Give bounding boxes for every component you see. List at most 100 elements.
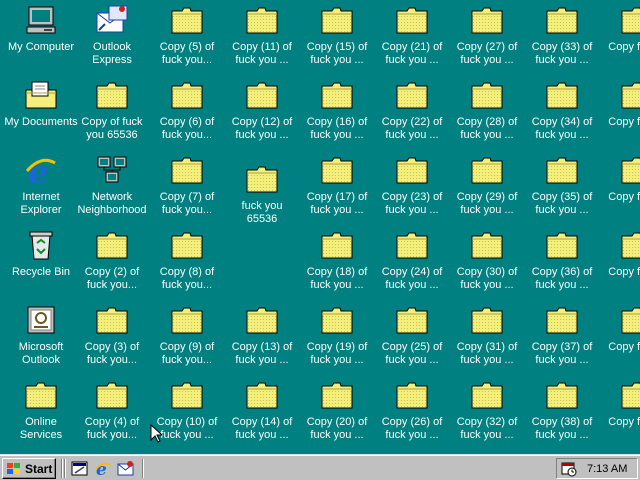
desktop-icon[interactable]: Copy (9) of fuck you...: [150, 302, 224, 372]
desktop-icon[interactable]: Copy (25) of fuck you ...: [375, 302, 449, 372]
desktop-icon[interactable]: Copy (31) of fuck you ...: [450, 302, 524, 372]
desktop-icon[interactable]: Copy fuck y: [600, 227, 640, 297]
desktop-icon-label: Copy (9) of fuck you...: [159, 341, 215, 366]
desktop-icon-label: Copy (28) of fuck you ...: [456, 116, 518, 141]
folder-icon: [470, 79, 504, 111]
desktop-icon-label: Copy (17) of fuck you ...: [306, 191, 368, 216]
desktop-icon[interactable]: Copy fuck y: [600, 377, 640, 447]
desktop-icon[interactable]: Copy (19) of fuck you ...: [300, 302, 374, 372]
desktop-icon[interactable]: Copy of fuck you 65536: [75, 77, 149, 147]
desktop-icon-label: Copy (18) of fuck you ...: [306, 266, 368, 291]
desktop-icon[interactable]: Copy (33) of fuck you ...: [525, 2, 599, 72]
desktop[interactable]: My Computer My Documents e Internet Explore…: [0, 0, 640, 454]
desktop-icon[interactable]: Copy (11) of fuck you ...: [225, 2, 299, 72]
desktop-icon[interactable]: Copy (12) of fuck you ...: [225, 77, 299, 147]
folder-icon: [395, 79, 429, 111]
desktop-icon[interactable]: Copy fuck y: [600, 2, 640, 72]
folder-icon: [620, 229, 640, 261]
desktop-icon[interactable]: Copy (8) of fuck you...: [150, 227, 224, 297]
desktop-icon-label: Copy (24) of fuck you ...: [381, 266, 443, 291]
desktop-icon[interactable]: Copy (22) of fuck you ...: [375, 77, 449, 147]
desktop-icon[interactable]: My Computer: [4, 2, 78, 72]
desktop-icon-label: Copy (37) of fuck you ...: [531, 341, 593, 366]
desktop-icon-label: Copy fuck y: [608, 116, 640, 128]
outlook-express-icon: [95, 4, 129, 36]
desktop-icon[interactable]: Copy (3) of fuck you...: [75, 302, 149, 372]
desktop-icon[interactable]: Copy (32) of fuck you ...: [450, 377, 524, 447]
folder-icon: [245, 79, 279, 111]
outlook-icon: [24, 304, 58, 336]
desktop-icon[interactable]: Copy (13) of fuck you ...: [225, 302, 299, 372]
show-desktop-icon[interactable]: [71, 460, 89, 477]
desktop-icon[interactable]: Copy (24) of fuck you ...: [375, 227, 449, 297]
scheduler-icon[interactable]: [561, 461, 577, 477]
desktop-icon[interactable]: Copy fuck y: [600, 302, 640, 372]
clock[interactable]: 7:13 AM: [587, 463, 627, 475]
desktop-icon[interactable]: Copy (26) of fuck you ...: [375, 377, 449, 447]
system-tray: 7:13 AM: [556, 458, 638, 479]
desktop-icon-label: Copy (23) of fuck you ...: [381, 191, 443, 216]
desktop-icon-label: Copy (29) of fuck you ...: [456, 191, 518, 216]
desktop-icon-label: Copy (20) of fuck you ...: [306, 416, 368, 441]
desktop-icon[interactable]: Copy (37) of fuck you ...: [525, 302, 599, 372]
start-button[interactable]: Start: [2, 458, 56, 479]
desktop-icon[interactable]: Outlook Express: [75, 2, 149, 72]
desktop-icon[interactable]: Copy (21) of fuck you ...: [375, 2, 449, 72]
desktop-icon[interactable]: My Documents: [4, 77, 78, 147]
desktop-icon[interactable]: Copy (35) of fuck you ...: [525, 152, 599, 222]
desktop-icon[interactable]: Copy (17) of fuck you ...: [300, 152, 374, 222]
desktop-icon[interactable]: Copy fuck y: [600, 77, 640, 147]
desktop-icon[interactable]: Copy (38) of fuck you ...: [525, 377, 599, 447]
desktop-icon[interactable]: Recycle Bin: [4, 227, 78, 297]
desktop-icon-label: fuck you 65536: [241, 200, 283, 225]
folder-icon: [395, 379, 429, 411]
network-neighborhood-icon: [95, 154, 129, 186]
folder-icon: [170, 229, 204, 261]
desktop-icon[interactable]: Network Neighborhood: [75, 152, 149, 222]
folder-icon: [545, 154, 579, 186]
desktop-icon[interactable]: Copy (34) of fuck you ...: [525, 77, 599, 147]
folder-icon: [320, 79, 354, 111]
desktop-icon[interactable]: Copy (16) of fuck you ...: [300, 77, 374, 147]
desktop-icon[interactable]: Copy (7) of fuck you...: [150, 152, 224, 222]
desktop-icon[interactable]: Copy (36) of fuck you ...: [525, 227, 599, 297]
folder-icon: [545, 379, 579, 411]
desktop-icon[interactable]: Copy (6) of fuck you...: [150, 77, 224, 147]
desktop-icon-label: Copy (21) of fuck you ...: [381, 41, 443, 66]
folder-icon: [170, 4, 204, 36]
desktop-icon[interactable]: Copy (20) of fuck you ...: [300, 377, 374, 447]
desktop-icon-label: Copy (12) of fuck you ...: [231, 116, 293, 141]
desktop-icon[interactable]: Copy (2) of fuck you...: [75, 227, 149, 297]
desktop-icon[interactable]: Copy (18) of fuck you ...: [300, 227, 374, 297]
desktop-icon-label: Copy fuck y: [608, 41, 640, 53]
desktop-icon[interactable]: Copy (15) of fuck you ...: [300, 2, 374, 72]
start-label: Start: [25, 461, 53, 476]
desktop-icon[interactable]: Copy (23) of fuck you ...: [375, 152, 449, 222]
folder-icon: [620, 379, 640, 411]
desktop-icon[interactable]: Online Services: [4, 377, 78, 447]
folder-icon: [24, 379, 58, 411]
taskbar-separator: [142, 459, 144, 478]
desktop-icon[interactable]: Copy (4) of fuck you...: [75, 377, 149, 447]
desktop-icon[interactable]: Copy (27) of fuck you ...: [450, 2, 524, 72]
folder-icon: [95, 79, 129, 111]
desktop-icon[interactable]: Copy (29) of fuck you ...: [450, 152, 524, 222]
desktop-icon-label: Copy (2) of fuck you...: [84, 266, 140, 291]
folder-icon: [545, 229, 579, 261]
desktop-icon[interactable]: Copy (30) of fuck you ...: [450, 227, 524, 297]
desktop-icon[interactable]: Copy (14) of fuck you ...: [225, 377, 299, 447]
desktop-icon[interactable]: Copy (5) of fuck you...: [150, 2, 224, 72]
desktop-icon-label: My Computer: [7, 41, 75, 53]
internet-explorer-icon[interactable]: e: [94, 460, 112, 477]
desktop-icon-label: Copy (16) of fuck you ...: [306, 116, 368, 141]
desktop-icon[interactable]: e Internet Explorer: [4, 152, 78, 222]
desktop-icon[interactable]: Copy fuck y: [600, 152, 640, 222]
folder-icon: [470, 379, 504, 411]
desktop-icon[interactable]: Copy (28) of fuck you ...: [450, 77, 524, 147]
desktop-icon[interactable]: fuck you 65536: [225, 161, 299, 231]
desktop-icon-label: Copy (19) of fuck you ...: [306, 341, 368, 366]
folder-icon: [245, 163, 279, 195]
desktop-icon-label: Copy fuck y: [608, 341, 640, 353]
desktop-icon[interactable]: Microsoft Outlook: [4, 302, 78, 372]
outlook-express-icon[interactable]: [117, 460, 135, 477]
